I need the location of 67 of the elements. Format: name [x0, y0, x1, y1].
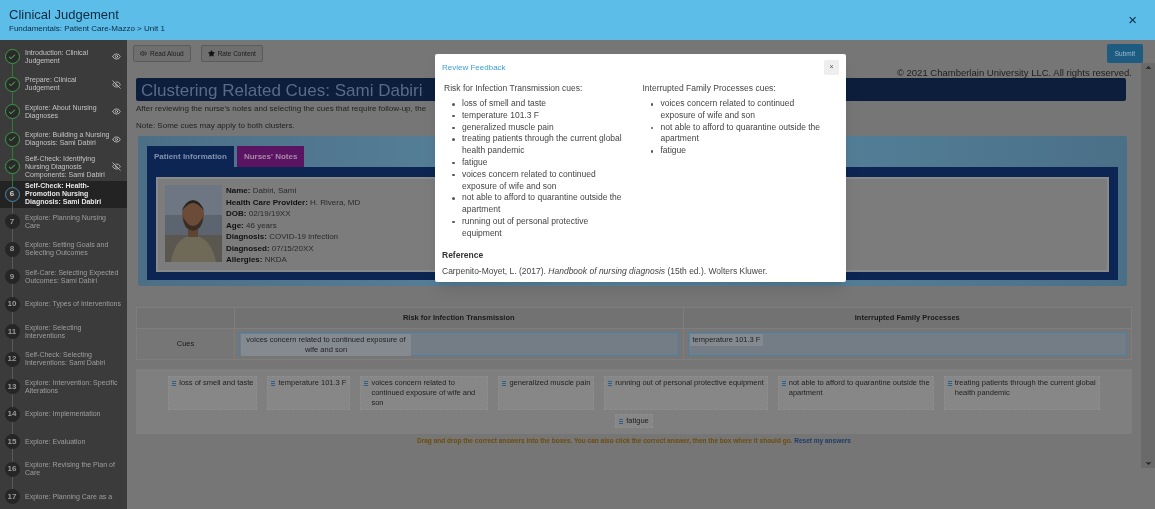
bullet-icon [452, 114, 455, 118]
window-title: Clinical Judgement [9, 6, 120, 23]
cue-list-heading: Risk for Infection Transmission cues: [444, 83, 584, 94]
eye-off-icon[interactable] [112, 79, 121, 89]
drag-handle-icon [502, 380, 507, 386]
drag-handle-icon [947, 380, 952, 386]
cue-item: fatigue [660, 145, 827, 157]
step-number: 13 [4, 379, 20, 395]
drag-handle-icon [781, 380, 786, 386]
step-number: 15 [4, 434, 20, 450]
cue-list-heading: Interrupted Family Processes cues: [642, 83, 777, 94]
step-number: 9 [4, 269, 20, 285]
step-number: 11 [4, 324, 20, 340]
bullet-icon [452, 126, 455, 130]
step-number: 10 [4, 296, 20, 312]
step-number: 8 [4, 241, 20, 257]
patient-detail: Diagnosed: 07/15/20XX [226, 242, 315, 254]
eye-icon[interactable] [112, 52, 121, 62]
bullet-icon [650, 103, 653, 106]
step-number: 6 [4, 186, 20, 202]
eye-icon[interactable] [112, 134, 121, 144]
star-icon [207, 50, 215, 57]
close-button[interactable]: × [1128, 8, 1137, 32]
bullet-icon [452, 103, 455, 106]
patient-detail: Health Care Provider: H. Rivera, MD [226, 196, 361, 208]
reference-heading: Reference [442, 248, 485, 262]
patient-detail: Name: Dabiri, Sami [226, 185, 298, 197]
citation-text: Carpenito-Moyet, L. (2017). Handbook of nursing diagnosis (15th ed.). Wolters Kluwer. [442, 265, 769, 279]
bullet-icon [452, 197, 455, 200]
note-text: Note: Some cues may apply to both clusters. [136, 120, 295, 131]
scroll-down-icon[interactable] [1143, 459, 1153, 468]
cue-item: generalized muscle pain [462, 121, 629, 134]
step-number: 14 [4, 406, 20, 422]
cue-item: running out of personal protective equipment [462, 215, 629, 240]
patient-tab[interactable]: Nurses' Notes [236, 146, 305, 167]
step-number: 16 [4, 461, 20, 477]
patient-tab[interactable]: Patient Information [147, 146, 234, 167]
patient-detail: Allergies: NKDA [226, 254, 288, 266]
drag-handle-icon [172, 380, 177, 386]
drag-handle-icon [271, 380, 276, 386]
cue-item: temperature 101.3 F [462, 109, 629, 122]
breadcrumb: Fundamentals: Patient Care-Mazzo > Unit 1 [9, 22, 166, 34]
scroll-up-icon[interactable] [1143, 63, 1153, 72]
bullet-icon [452, 138, 455, 141]
drag-handle-icon [364, 380, 369, 386]
patient-detail: DOB: 02/19/19XX [226, 208, 292, 220]
drag-handle-icon [608, 380, 613, 386]
eye-off-icon[interactable] [112, 162, 121, 172]
bullet-icon [452, 173, 455, 177]
patient-detail: Age: 46 years [226, 219, 278, 231]
page-heading: Clustering Related Cues: Sami Dabiri [141, 81, 423, 101]
cue-item: loss of smell and taste [462, 98, 629, 110]
drag-handle-icon [619, 418, 624, 424]
step-number: 7 [4, 214, 20, 230]
eye-icon[interactable] [112, 107, 121, 117]
bullet-icon [650, 150, 653, 153]
patient-detail: Diagnosis: COVID-19 infection [226, 231, 340, 243]
cue-item: fatigue [462, 157, 629, 169]
bullet-icon [452, 220, 455, 224]
dialog-title: Review Feedback [442, 61, 506, 74]
step-number: 12 [4, 351, 20, 367]
speaker-icon [140, 50, 147, 57]
bullet-icon [452, 162, 455, 165]
step-number: 17 [4, 489, 20, 505]
intro-text: After reviewing the nurse's notes and selecting the cues that require follow-up, the [136, 103, 427, 114]
copyright-text: © 2021 Chamberlain University LLC. All rights reserved. [896, 67, 1132, 78]
scrollbar[interactable] [1141, 63, 1155, 468]
